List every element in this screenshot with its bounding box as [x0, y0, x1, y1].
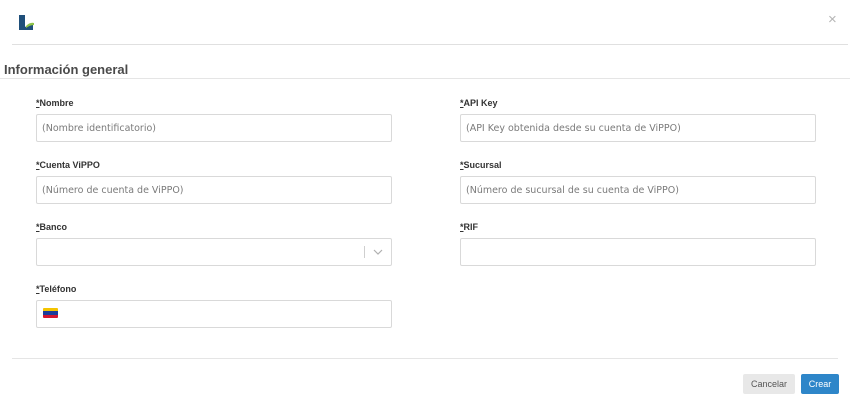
footer-divider — [12, 358, 838, 359]
nombre-label: *Nombre — [36, 98, 74, 108]
venezuela-flag-icon[interactable] — [43, 308, 58, 318]
telefono-label-text: Teléfono — [39, 284, 77, 294]
cancel-button[interactable]: Cancelar — [743, 374, 795, 394]
section-title: Información general — [4, 62, 129, 77]
rif-input[interactable] — [460, 238, 816, 266]
close-icon[interactable]: × — [828, 12, 837, 27]
header-divider — [12, 44, 848, 45]
modal-header: × — [0, 0, 854, 44]
nombre-label-text: Nombre — [39, 98, 74, 108]
rif-label-text: RIF — [463, 222, 479, 232]
banco-select[interactable] — [36, 238, 392, 266]
rif-label: *RIF — [460, 222, 478, 232]
create-button[interactable]: Crear — [801, 374, 839, 394]
api-key-label: *API Key — [460, 98, 498, 108]
chevron-down-icon[interactable] — [372, 246, 384, 258]
telefono-label: *Teléfono — [36, 284, 76, 294]
section-divider — [0, 78, 850, 79]
sucursal-label: *Sucursal — [460, 160, 502, 170]
cuenta-label-text: Cuenta ViPPO — [39, 160, 100, 170]
sucursal-input[interactable] — [460, 176, 816, 204]
cuenta-vippo-input[interactable] — [36, 176, 392, 204]
telefono-input[interactable] — [36, 300, 392, 328]
banco-label: *Banco — [36, 222, 67, 232]
app-logo-icon — [19, 15, 34, 30]
sucursal-label-text: Sucursal — [463, 160, 502, 170]
select-separator — [364, 246, 365, 258]
api-key-input[interactable] — [460, 114, 816, 142]
nombre-input[interactable] — [36, 114, 392, 142]
api-key-label-text: API Key — [463, 98, 498, 108]
banco-label-text: Banco — [39, 222, 68, 232]
cuenta-label: *Cuenta ViPPO — [36, 160, 100, 170]
